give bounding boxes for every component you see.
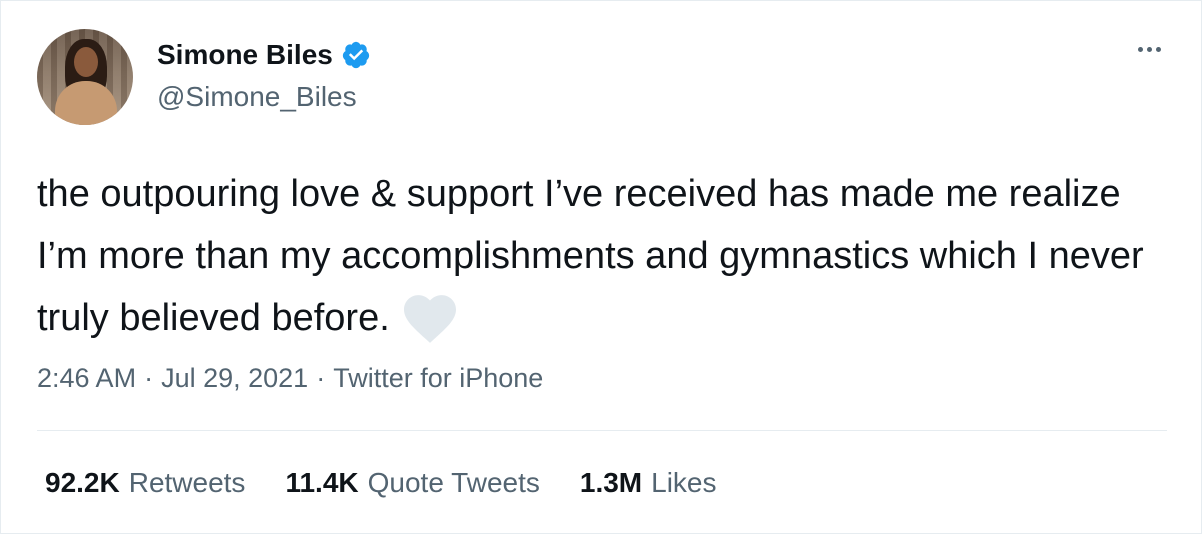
avatar-face <box>74 47 98 77</box>
retweets-count: 92.2K <box>45 467 120 498</box>
divider <box>37 430 1167 431</box>
likes-label: Likes <box>651 467 717 498</box>
meta-separator: · <box>316 363 326 393</box>
author-handle[interactable]: @Simone_Biles <box>157 81 357 113</box>
quote-tweets-label: Quote Tweets <box>367 467 540 498</box>
quote-tweets-count: 11.4K <box>285 467 359 498</box>
tweet-card: Simone Biles @Simone_Biles the outpourin… <box>0 0 1202 534</box>
verified-badge-icon <box>342 41 369 69</box>
author-name[interactable]: Simone Biles <box>157 39 333 71</box>
likes-stat[interactable]: 1.3M Likes <box>580 467 717 499</box>
author-name-row: Simone Biles <box>157 39 371 71</box>
tweet-meta: 2:46 AM · Jul 29, 2021 · Twitter for iPh… <box>37 363 543 394</box>
retweets-label: Retweets <box>128 467 246 498</box>
white-heart-icon <box>403 295 456 343</box>
tweet-time[interactable]: 2:46 AM <box>37 363 136 394</box>
tweet-date[interactable]: Jul 29, 2021 <box>161 363 308 394</box>
more-dot <box>1156 47 1161 52</box>
avatar[interactable] <box>37 29 133 125</box>
likes-count: 1.3M <box>579 467 643 498</box>
more-dot <box>1147 47 1152 52</box>
meta-separator: · <box>144 363 154 393</box>
tweet-stats: 92.2K Retweets 11.4K Quote Tweets 1.3M L… <box>45 467 717 499</box>
tweet-text: the outpouring love & support I’ve recei… <box>37 173 1144 339</box>
tweet-source[interactable]: Twitter for iPhone <box>333 363 543 394</box>
quote-tweets-stat[interactable]: 11.4K Quote Tweets <box>285 467 539 499</box>
retweets-stat[interactable]: 92.2K Retweets <box>45 467 245 499</box>
more-dot <box>1138 47 1143 52</box>
tweet-text-container: the outpouring love & support I’ve recei… <box>37 163 1177 349</box>
more-options-button[interactable] <box>1132 41 1167 58</box>
